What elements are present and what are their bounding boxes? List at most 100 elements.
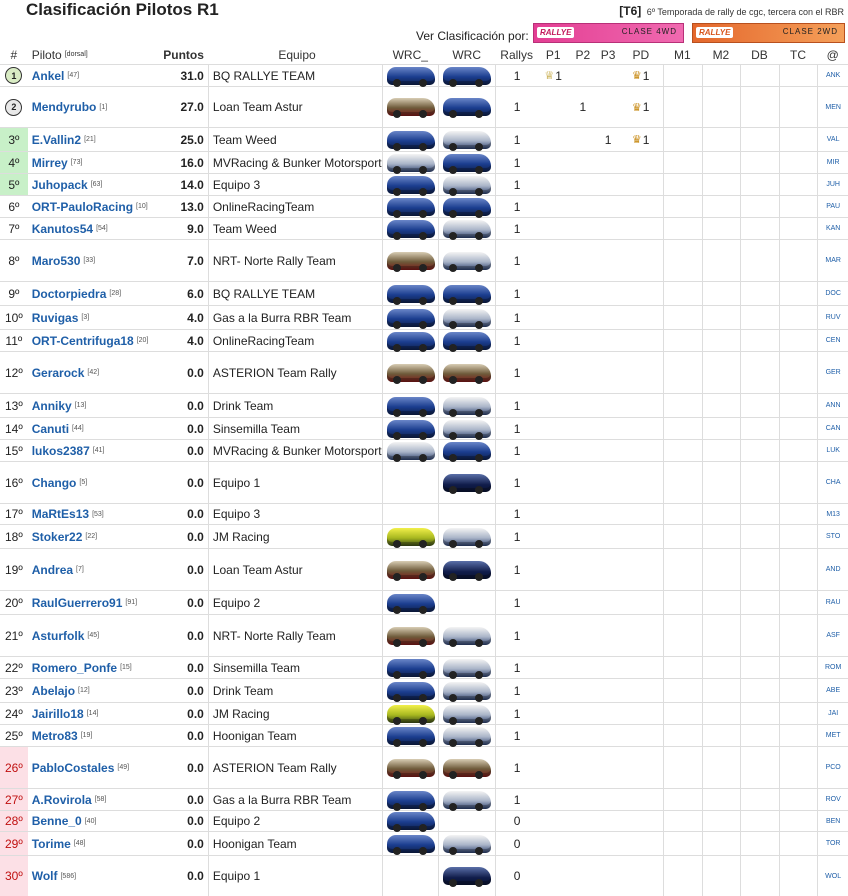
dorsal-number: [13] (74, 402, 87, 409)
p1-cell: ♕ 1 (538, 65, 568, 86)
car2-cell (438, 832, 494, 855)
pd-cell (618, 440, 663, 461)
pilot-link[interactable]: RaulGuerrero91 (32, 596, 123, 610)
team-cell: Drink Team (207, 394, 382, 417)
pd-cell (618, 725, 663, 746)
pilot-link[interactable]: Torime (32, 837, 71, 851)
car-livery-icon (386, 681, 435, 702)
rallye-logo: RALLYE (696, 27, 734, 38)
pilot-link[interactable]: PabloCostales (32, 761, 115, 775)
dorsal-number: [45] (87, 632, 100, 639)
db-cell (740, 394, 779, 417)
m1-cell (662, 218, 702, 239)
pilot-link[interactable]: Wolf (32, 869, 58, 883)
p1-cell (538, 330, 568, 351)
m2-cell (701, 549, 741, 590)
points-cell: 0.0 (187, 660, 204, 675)
pilot-link[interactable]: Andrea (32, 563, 73, 577)
pd-cell (618, 282, 663, 305)
pilot-link[interactable]: lukos2387 (32, 444, 90, 458)
p3-cell (598, 657, 619, 678)
abbr-cell: WOL (817, 856, 848, 896)
car-livery-icon (386, 396, 435, 417)
header-car2: WRC (452, 47, 481, 62)
abbr-cell: TOR (817, 832, 848, 855)
abbr-cell: LUK (817, 440, 848, 461)
pilot-link[interactable]: Kanutos54 (32, 222, 93, 236)
p3-cell (598, 856, 619, 896)
p2-cell (568, 352, 598, 393)
pilot-link[interactable]: Metro83 (32, 729, 78, 743)
p3-cell (598, 591, 619, 614)
car2-cell (438, 679, 494, 702)
pilot-link[interactable]: Asturfolk (32, 629, 85, 643)
team-cell: BQ RALLYE TEAM (207, 65, 382, 86)
pilot-link[interactable]: Maro530 (32, 254, 81, 268)
rallys-cell: 1 (494, 440, 539, 461)
pilot-link[interactable]: MaRtEs13 (32, 507, 89, 521)
db-cell (740, 330, 779, 351)
pilot-link[interactable]: Gerarock (32, 366, 85, 380)
position-number: 30º (4, 869, 23, 883)
pilot-link[interactable]: Canuti (32, 422, 69, 436)
pilot-link[interactable]: Abelajo (32, 684, 75, 698)
pilot-link[interactable]: Ankel (32, 69, 65, 83)
car2-cell (438, 65, 494, 87)
team-cell: Equipo 2 (207, 811, 382, 831)
p1-cell (538, 418, 568, 439)
header-abbr: @ (826, 47, 839, 62)
p3-cell (598, 152, 619, 173)
abbr-cell: DOC (817, 282, 848, 305)
car-livery-icon (443, 219, 492, 240)
pilot-link[interactable]: Benne_0 (32, 814, 82, 828)
pilot-link[interactable]: Ruvigas (32, 311, 79, 325)
pilot-cell: Gerarock [42] (28, 352, 164, 393)
pilot-cell: Mirrey [73] (28, 152, 164, 173)
header-p2: P2 (575, 47, 591, 62)
p2-cell (568, 811, 598, 831)
pilot-link[interactable]: Chango (32, 476, 77, 490)
pilot-link[interactable]: Jairillo18 (32, 707, 84, 721)
pilot-link[interactable]: Juhopack (32, 178, 88, 192)
pd-cell (618, 352, 663, 393)
db-cell (740, 703, 779, 724)
pd-cell (618, 306, 663, 329)
p3-cell (598, 282, 619, 305)
class-4wd-button[interactable]: RALLYE CLASE 4WD (533, 23, 684, 43)
rallys-cell: 1 (494, 703, 539, 724)
m1-cell (662, 747, 702, 788)
rallys-cell: 1 (494, 240, 539, 281)
pilot-link[interactable]: Anniky (32, 399, 72, 413)
db-cell (740, 856, 779, 896)
pilot-link[interactable]: Doctorpiedra (32, 287, 107, 301)
m2-cell (701, 504, 741, 524)
team-cell: Sinsemilla Team (207, 657, 382, 678)
pilot-link[interactable]: Romero_Ponfe (32, 661, 117, 675)
pilot-link[interactable]: Stoker22 (32, 530, 83, 544)
p1-cell (538, 306, 568, 329)
car1-cell (381, 306, 438, 329)
car2-cell (438, 615, 494, 656)
class-4wd-label: CLASE 4WD (621, 27, 677, 36)
pilot-link[interactable]: Mirrey (32, 156, 68, 170)
m2-cell (701, 306, 741, 329)
points-cell: 6.0 (187, 286, 204, 301)
pilot-cell: Chango [5] (28, 462, 164, 503)
pilot-link[interactable]: ORT-Centrifuga18 (32, 334, 134, 348)
pilot-link[interactable]: A.Rovirola (32, 793, 92, 807)
pilot-link[interactable]: Mendyrubo (32, 100, 97, 114)
pilot-link[interactable]: ORT-PauloRacing (32, 200, 133, 214)
db-cell (740, 525, 779, 548)
db-cell (740, 128, 779, 151)
points-cell: 4.0 (187, 333, 204, 348)
car2-cell (438, 440, 494, 462)
rallys-cell: 0 (494, 811, 539, 831)
dorsal-number: [48] (73, 840, 86, 847)
car1-cell (381, 330, 438, 352)
car-livery-icon (386, 758, 435, 779)
header-m2: M2 (712, 47, 730, 62)
p3-cell (598, 615, 619, 656)
pilot-link[interactable]: E.Vallin2 (32, 133, 81, 147)
class-2wd-button[interactable]: RALLYE CLASE 2WD (692, 23, 845, 43)
p3-cell (598, 240, 619, 281)
